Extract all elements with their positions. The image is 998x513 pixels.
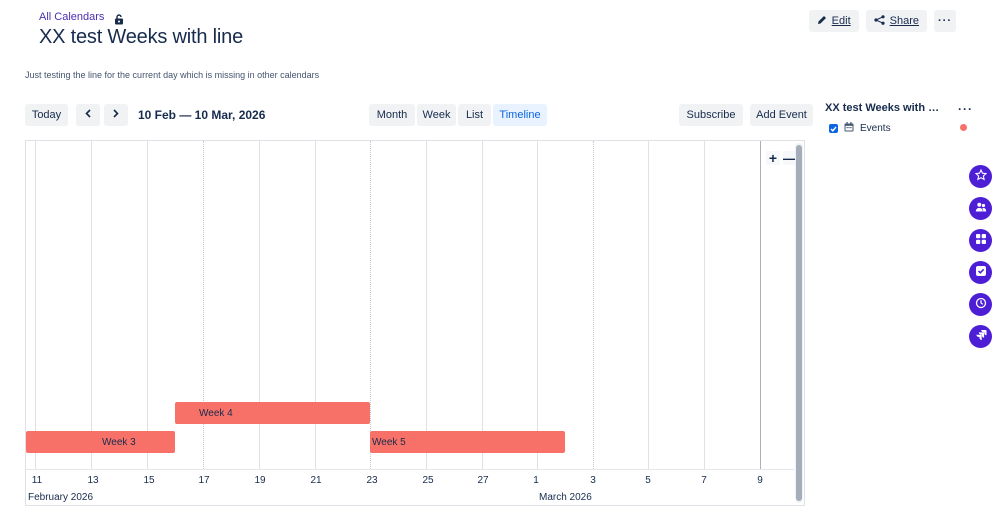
calendar-item-events[interactable]: Events xyxy=(829,122,969,135)
zoom-controls: + — xyxy=(766,151,797,165)
share-label: Share xyxy=(889,15,919,27)
event-week-3[interactable]: Week 3 xyxy=(26,431,175,453)
day-gridline xyxy=(147,141,148,469)
calendar-toolbar: Today 10 Feb — 10 Mar, 2026 Month Week L… xyxy=(25,104,813,126)
tick-label: 1 xyxy=(533,475,539,486)
event-label: Week 5 xyxy=(372,436,406,448)
day-gridline xyxy=(593,141,594,469)
tick-label: 27 xyxy=(477,475,489,486)
event-week-5[interactable]: Week 5 xyxy=(370,431,565,453)
all-calendars-link[interactable]: All Calendars xyxy=(39,11,104,23)
day-gridline xyxy=(537,141,538,469)
add-event-button[interactable]: Add Event xyxy=(750,104,813,126)
day-gridline xyxy=(91,141,92,469)
page-actions: Edit Share ··· xyxy=(808,10,956,32)
apps-button[interactable] xyxy=(969,229,992,252)
jira-icon xyxy=(975,328,987,346)
current-day-line xyxy=(760,141,761,469)
timeline-scrollbar[interactable] xyxy=(795,143,803,503)
view-week-tab[interactable]: Week xyxy=(417,104,456,126)
checkbox-icon xyxy=(975,264,987,282)
day-gridline xyxy=(370,141,371,469)
tick-label: 23 xyxy=(366,475,378,486)
event-week-4[interactable]: Week 4 xyxy=(175,402,370,424)
share-icon xyxy=(874,14,885,28)
chevron-right-icon xyxy=(113,109,119,121)
tick-label: 9 xyxy=(757,475,763,486)
people-icon xyxy=(975,200,987,218)
tick-label: 25 xyxy=(422,475,434,486)
tick-label: 3 xyxy=(590,475,596,486)
subscribe-button[interactable]: Subscribe xyxy=(679,104,743,126)
day-gridline xyxy=(482,141,483,469)
tick-label: 17 xyxy=(198,475,210,486)
edit-label: Edit xyxy=(831,15,851,27)
timeline-axis xyxy=(26,469,794,470)
view-month-tab[interactable]: Month xyxy=(369,104,415,126)
calendar-checkbox[interactable] xyxy=(829,124,838,133)
edit-button[interactable]: Edit xyxy=(808,10,859,32)
star-button[interactable] xyxy=(969,165,992,188)
page-title: XX test Weeks with line xyxy=(39,26,244,48)
day-gridline xyxy=(648,141,649,469)
event-label: Week 4 xyxy=(199,407,233,419)
event-label: Week 3 xyxy=(102,436,136,448)
calendar-icon xyxy=(844,122,854,135)
grid-icon xyxy=(975,232,987,250)
tick-label: 15 xyxy=(143,475,155,486)
more-actions-button[interactable]: ··· xyxy=(934,10,956,32)
previous-button[interactable] xyxy=(76,104,100,126)
tick-label: 7 xyxy=(701,475,707,486)
tick-label: 11 xyxy=(31,475,43,486)
month-label: March 2026 xyxy=(539,492,592,503)
calendar-color-dot xyxy=(960,124,967,131)
tick-label: 21 xyxy=(310,475,322,486)
star-icon xyxy=(974,168,987,186)
sidebar-more-button[interactable]: ··· xyxy=(958,102,973,116)
zoom-in-button[interactable]: + xyxy=(766,151,780,165)
day-gridline xyxy=(704,141,705,469)
clock-icon xyxy=(975,296,987,314)
page-description: Just testing the line for the current da… xyxy=(25,70,320,80)
calendar-name: Events xyxy=(860,123,891,134)
time-button[interactable] xyxy=(969,293,992,316)
people-button[interactable] xyxy=(969,197,992,220)
tasks-button[interactable] xyxy=(969,261,992,284)
sidebar-calendar-title[interactable]: XX test Weeks with l... xyxy=(825,102,940,114)
date-range: 10 Feb — 10 Mar, 2026 xyxy=(138,108,266,122)
lock-icon[interactable] xyxy=(114,12,124,24)
tick-label: 5 xyxy=(645,475,651,486)
pencil-icon xyxy=(817,15,827,28)
timeline-view[interactable]: + — Week 4 Week 3 Week 5 11 13 15 17 19 … xyxy=(25,140,805,506)
day-gridline xyxy=(426,141,427,469)
share-button[interactable]: Share xyxy=(865,10,927,32)
view-timeline-tab[interactable]: Timeline xyxy=(493,104,547,126)
today-button[interactable]: Today xyxy=(25,104,68,126)
tick-label: 13 xyxy=(87,475,99,486)
scrollbar-thumb[interactable] xyxy=(796,145,802,501)
month-label: February 2026 xyxy=(28,492,94,503)
right-rail xyxy=(969,165,992,348)
tick-label: 19 xyxy=(254,475,266,486)
next-button[interactable] xyxy=(104,104,128,126)
jira-button[interactable] xyxy=(969,325,992,348)
view-list-tab[interactable]: List xyxy=(458,104,491,126)
breadcrumb: All Calendars xyxy=(39,11,124,24)
chevron-left-icon xyxy=(85,109,91,121)
day-gridline xyxy=(35,141,36,469)
calendar-sidebar: XX test Weeks with l... ··· Events xyxy=(825,102,975,134)
